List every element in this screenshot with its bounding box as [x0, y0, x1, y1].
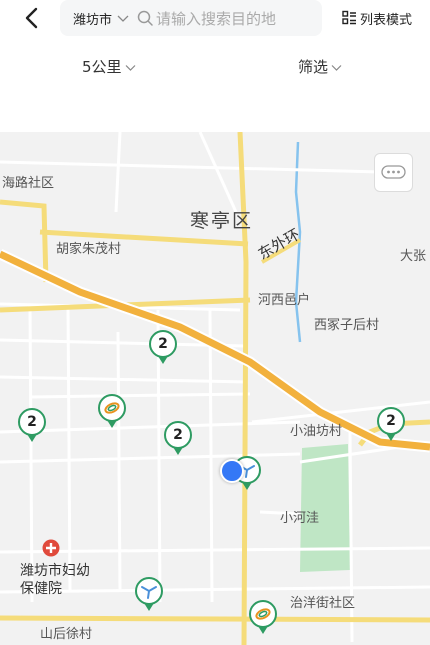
charging-station-icon — [98, 394, 126, 428]
chevron-down-icon — [117, 15, 129, 22]
filter-label: 筛选 — [298, 58, 329, 76]
distance-dropdown[interactable]: 5公里 — [82, 56, 137, 77]
cluster-marker[interactable]: 2 — [163, 421, 193, 457]
cluster-count: 2 — [158, 336, 168, 352]
label-hexiyi: 河西邑户 — [258, 293, 311, 308]
current-location-dot — [220, 459, 244, 483]
label-dazhang: 大张 — [400, 249, 427, 264]
distance-label: 5公里 — [82, 58, 122, 76]
cluster-marker[interactable]: 2 — [148, 330, 178, 366]
search-box[interactable]: 潍坊市 请输入搜索目的地 — [60, 0, 322, 36]
search-input[interactable]: 请输入搜索目的地 — [156, 8, 276, 29]
map-view[interactable]: 海路社区 寒亭区 胡家朱茂村 东外环 大张 河西邑户 西冢子后村 小油坊村 小河… — [0, 132, 430, 645]
label-zhiyangjie: 治洋街社区 — [290, 596, 356, 611]
label-shanhouxu: 山后徐村 — [40, 627, 93, 642]
cluster-count: 2 — [173, 427, 183, 443]
back-button[interactable] — [22, 6, 44, 30]
label-hanting: 寒亭区 — [190, 210, 254, 232]
list-mode-label: 列表模式 — [360, 13, 413, 28]
more-icon — [381, 165, 406, 179]
station-marker[interactable] — [97, 394, 127, 430]
top-bar: 潍坊市 请输入搜索目的地 列表模式 — [0, 0, 430, 36]
more-button[interactable] — [374, 153, 413, 192]
hospital-icon — [42, 539, 60, 557]
lightning-icon — [135, 577, 163, 611]
list-icon — [342, 10, 356, 25]
label-hujiazhu: 胡家朱茂村 — [56, 242, 122, 257]
label-hailu: 海路社区 — [2, 176, 55, 191]
city-selector[interactable]: 潍坊市 — [73, 9, 112, 28]
filter-dropdown[interactable]: 筛选 — [298, 56, 343, 77]
station-marker[interactable] — [134, 577, 164, 613]
cluster-marker[interactable]: 2 — [376, 407, 406, 443]
search-icon — [137, 10, 153, 26]
filter-bar: 5公里 筛选 — [0, 48, 430, 84]
cluster-count: 2 — [27, 414, 37, 430]
cluster-count: 2 — [386, 413, 396, 429]
label-ximengzi: 西冢子后村 — [314, 318, 380, 333]
chevron-down-icon — [125, 65, 135, 71]
cluster-marker[interactable]: 2 — [17, 408, 47, 444]
station-marker[interactable] — [248, 600, 278, 636]
label-xiaohewa: 小河洼 — [280, 511, 320, 526]
label-hospital: 潍坊市妇幼保健院 — [20, 563, 90, 597]
label-xiaoyoufang: 小油坊村 — [290, 424, 343, 439]
chevron-down-icon — [331, 65, 342, 71]
chevron-left-icon — [25, 7, 38, 29]
charging-station-icon — [249, 600, 277, 634]
